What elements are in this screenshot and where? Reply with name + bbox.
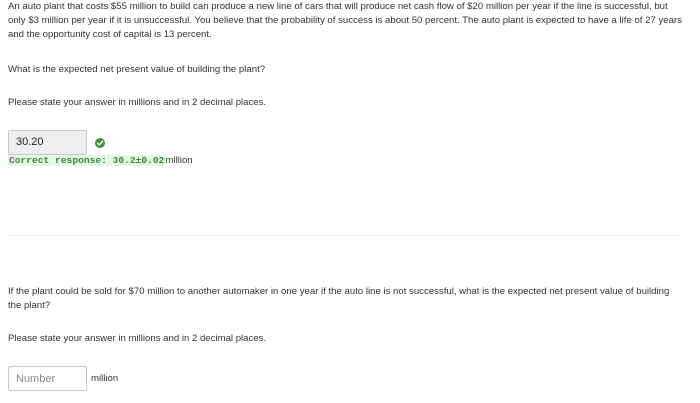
correct-response-unit: million	[165, 155, 193, 166]
question-1-intro: An auto plant that costs $55 million to …	[8, 1, 682, 40]
question-1-prompt: What is the expected net present value o…	[8, 64, 266, 75]
question-2-prompt: If the plant could be sold for $70 milli…	[8, 286, 670, 311]
check-circle-icon	[95, 138, 105, 148]
answer-2-input[interactable]	[8, 366, 87, 391]
correct-response-feedback: Correct response: 30.2±0.02million	[8, 154, 193, 167]
answer-2-unit: million	[91, 373, 119, 384]
section-divider	[8, 235, 680, 236]
answer-1-field[interactable]: 30.20	[8, 130, 87, 155]
question-1-instruction: Please state your answer in millions and…	[8, 97, 267, 108]
correct-response-text: Correct response: 30.2±0.02	[8, 155, 166, 166]
question-2-instruction: Please state your answer in millions and…	[8, 333, 267, 344]
